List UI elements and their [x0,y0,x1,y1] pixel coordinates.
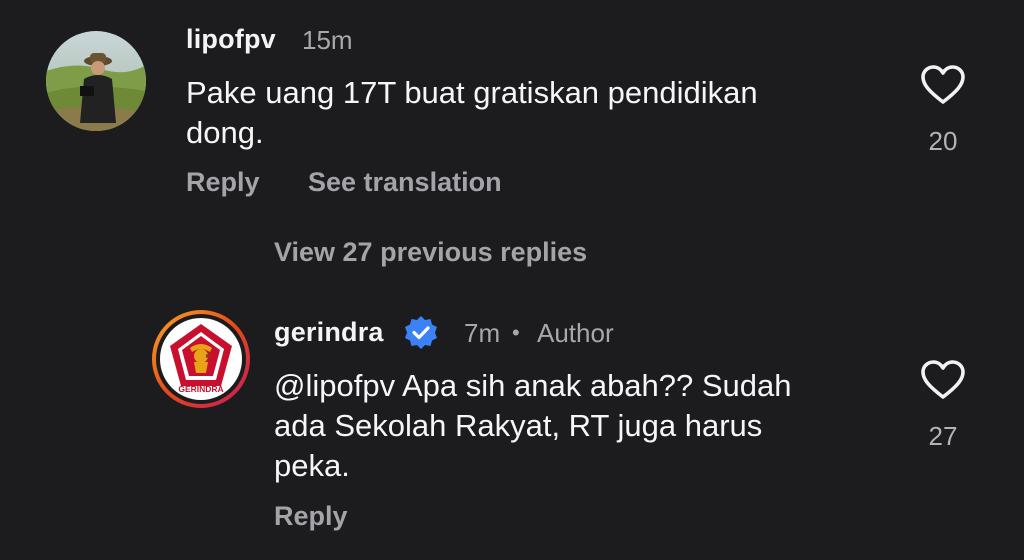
view-previous-replies-button[interactable]: View 27 previous replies [274,237,587,268]
reply-text: @lipofpv Apa sih anak abah?? Sudah ada S… [274,368,792,483]
avatar[interactable] [46,31,146,131]
verified-badge-icon [402,314,440,352]
heart-outline-icon [921,65,965,104]
heart-outline-icon [921,360,965,399]
reply-button[interactable]: Reply [186,167,260,198]
avatar-logo-text: GERINDRA [178,384,223,394]
like-button[interactable] [920,64,966,106]
avatar-story-ring[interactable]: GERINDRA [152,310,250,408]
gerindra-logo-icon: GERINDRA [170,324,232,394]
comment-username[interactable]: lipofpv [186,24,276,55]
reply-username[interactable]: gerindra [274,317,384,348]
comment-timestamp: 15m [302,25,353,55]
see-translation-button[interactable]: See translation [308,167,502,198]
separator-dot: • [512,320,520,345]
avatar-photo [46,31,146,131]
comment-text: Pake uang 17T buat gratiskan pendidikan … [186,75,758,150]
like-count: 27 [928,421,958,451]
avatar: GERINDRA [160,318,242,400]
author-label: Author [537,318,614,348]
like-count: 20 [928,126,958,156]
like-button[interactable] [920,359,966,401]
reply-timestamp: 7m [464,318,501,348]
reply-button[interactable]: Reply [274,501,348,532]
